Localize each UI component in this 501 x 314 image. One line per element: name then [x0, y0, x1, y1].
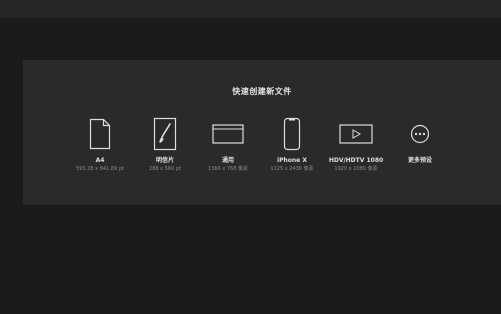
preset-a4[interactable]: A4 595.28 x 841.89 pt [68, 116, 132, 173]
preset-dimensions: 1366 x 768 像素 [208, 166, 248, 172]
preset-dimensions: 595.28 x 841.89 pt [76, 166, 124, 172]
new-document-panel: 快速创建新文件 A4 595.28 x 841.89 pt 明信片 288 x … [23, 60, 501, 205]
preset-name: 更多预设 [407, 157, 432, 164]
preset-name: iPhone X [277, 157, 307, 164]
preset-hdv-hdtv[interactable]: HDV/HDTV 1080 1920 x 1080 像素 [324, 116, 388, 173]
document-icon [68, 116, 132, 151]
preset-dimensions: 1125 x 2436 像素 [270, 166, 314, 172]
brush-card-icon [133, 116, 197, 151]
preset-postcard[interactable]: 明信片 288 x 560 pt [133, 116, 197, 173]
preset-more[interactable]: 更多预设 [388, 116, 452, 166]
preset-dimensions: 1920 x 1080 像素 [334, 166, 378, 172]
preset-common[interactable]: 通用 1366 x 768 像素 [196, 116, 260, 173]
preset-iphone-x[interactable]: iPhone X 1125 x 2436 像素 [260, 116, 324, 173]
phone-icon [260, 116, 324, 151]
browser-window-icon [196, 116, 260, 151]
preset-name: 明信片 [155, 157, 174, 164]
preset-name: 通用 [221, 157, 234, 164]
preset-dimensions: 288 x 560 pt [149, 166, 181, 172]
preset-list: A4 595.28 x 841.89 pt 明信片 288 x 560 pt 通… [23, 60, 501, 205]
video-play-icon [324, 116, 388, 151]
top-bar [0, 0, 501, 18]
preset-name: HDV/HDTV 1080 [328, 157, 384, 164]
more-options-icon [388, 116, 452, 151]
preset-name: A4 [95, 157, 105, 164]
